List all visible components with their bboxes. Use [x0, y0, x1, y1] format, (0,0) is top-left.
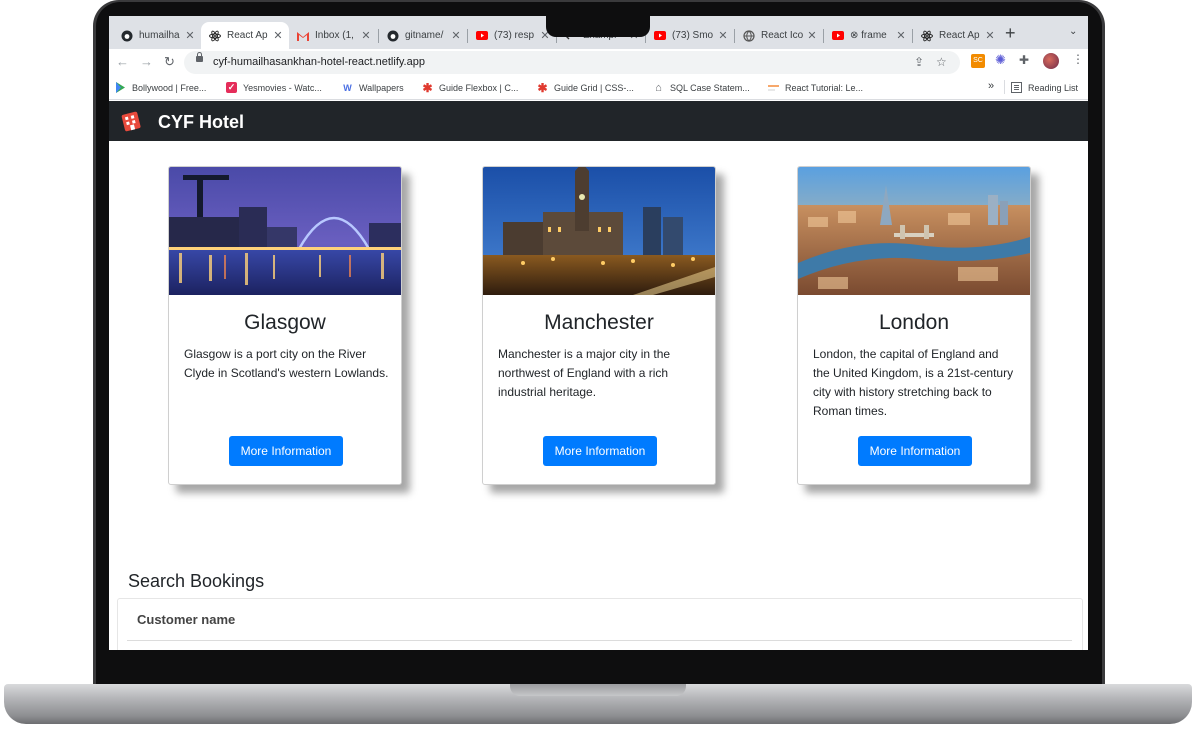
reading-list-icon — [1011, 82, 1022, 93]
card-title: London — [878, 311, 950, 334]
asterisk-icon: ✱ — [422, 80, 433, 95]
card-title: Glasgow — [244, 311, 326, 334]
close-tab-icon[interactable]: ✕ — [894, 29, 908, 42]
hotel-logo-icon — [120, 110, 142, 132]
brand-title[interactable]: CYF Hotel — [158, 112, 244, 133]
tab-search-chevron-icon[interactable]: ⌄ — [1069, 26, 1077, 37]
card-description: Glasgow is a port city on the River Clyd… — [184, 347, 389, 380]
gmail-icon — [297, 30, 309, 42]
city-card-london: London London, the capital of England an… — [797, 166, 1031, 485]
youtube-icon — [476, 30, 488, 42]
app-navbar: CYF Hotel — [109, 101, 1088, 141]
more-information-button[interactable]: More Information — [858, 436, 972, 466]
customer-name-label: Customer name — [137, 612, 236, 627]
profile-avatar[interactable] — [1043, 53, 1059, 69]
more-menu-icon[interactable]: ⋮ — [1072, 52, 1084, 66]
react-icon — [921, 30, 933, 42]
city-card-glasgow: Glasgow Glasgow is a port city on the Ri… — [168, 166, 402, 485]
tab-humailha[interactable]: humailha ✕ — [113, 22, 201, 49]
tab-gitname[interactable]: gitname/ ✕ — [379, 22, 467, 49]
browser-toolbar: ← → ↻ cyf-humailhasankhan-hotel-react.ne… — [109, 49, 1088, 76]
close-tab-icon[interactable]: ✕ — [449, 29, 463, 42]
react-tutorial-icon — [768, 82, 779, 93]
city-card-manchester: Manchester Manchester is a major city in… — [482, 166, 716, 485]
tab-gmail-inbox[interactable]: Inbox (1, ✕ — [289, 22, 377, 49]
london-photo — [798, 167, 1030, 295]
tab-react-icons[interactable]: React Ico ✕ — [735, 22, 823, 49]
bookmark-guide-flexbox[interactable]: ✱ Guide Flexbox | C... — [422, 80, 518, 95]
more-information-button[interactable]: More Information — [543, 436, 657, 466]
share-icon[interactable]: ⇪ — [914, 55, 924, 69]
asterisk-icon: ✱ — [537, 80, 548, 95]
glasgow-photo — [169, 167, 401, 295]
reading-list-button[interactable]: Reading List — [1011, 82, 1078, 93]
bookmark-react-tutorial[interactable]: React Tutorial: Le... — [768, 82, 863, 93]
customer-name-divider — [127, 640, 1072, 641]
tab-react-app-2[interactable]: React Ap ✕ — [913, 22, 1001, 49]
forward-arrow-icon[interactable]: → — [140, 54, 153, 69]
youtube-icon — [654, 30, 666, 42]
tab-youtube-smo[interactable]: (73) Smo ✕ — [646, 22, 734, 49]
card-description: Manchester is a major city in the northw… — [498, 347, 671, 399]
github-icon — [387, 30, 399, 42]
new-tab-button[interactable]: + — [1005, 23, 1016, 44]
bookmark-bollywood[interactable]: Bollywood | Free... — [115, 82, 206, 93]
bookmark-sql-case[interactable]: ⌂ SQL Case Statem... — [653, 81, 750, 94]
yesmovies-icon: ✓ — [226, 82, 237, 93]
react-icon — [209, 30, 221, 42]
puzzle-extensions-icon[interactable]: ✚ — [1019, 53, 1029, 67]
bookmarks-divider — [1004, 80, 1005, 94]
github-icon — [121, 30, 133, 42]
youtube-icon — [832, 30, 844, 42]
tab-youtube-resp[interactable]: (73) resp ✕ — [468, 22, 556, 49]
close-tab-icon[interactable]: ✕ — [805, 29, 819, 42]
url-text: cyf-humailhasankhan-hotel-react.netlify.… — [213, 56, 425, 68]
close-tab-icon[interactable]: ✕ — [983, 29, 997, 42]
bookmark-guide-grid[interactable]: ✱ Guide Grid | CSS-... — [537, 80, 633, 95]
search-bookings-heading: Search Bookings — [128, 571, 265, 591]
camera-notch — [546, 11, 650, 37]
tab-youtube-framer[interactable]: ⊗ frame ✕ — [824, 22, 912, 49]
back-arrow-icon[interactable]: ← — [116, 54, 129, 69]
more-information-button[interactable]: More Information — [229, 436, 343, 466]
bookmark-wallpapers[interactable]: W Wallpapers — [342, 82, 403, 93]
search-bookings-form — [117, 598, 1083, 650]
wallpapers-icon: W — [343, 82, 352, 93]
bookmark-yesmovies[interactable]: ✓ Yesmovies - Watc... — [226, 82, 322, 93]
play-icon — [115, 82, 126, 93]
close-tab-icon[interactable]: ✕ — [359, 29, 373, 42]
home-icon: ⌂ — [655, 81, 662, 94]
extension-gear-icon[interactable]: ✺ — [995, 52, 1006, 68]
laptop-opening-groove — [510, 684, 686, 696]
card-description: London, the capital of England and the U… — [813, 347, 1014, 418]
card-title: Manchester — [544, 311, 654, 334]
laptop-chin — [109, 650, 1088, 684]
reload-icon[interactable]: ↻ — [164, 54, 175, 70]
globe-icon — [743, 29, 755, 42]
close-tab-icon[interactable]: ✕ — [271, 29, 285, 42]
close-tab-icon[interactable]: ✕ — [716, 29, 730, 42]
address-bar[interactable]: cyf-humailhasankhan-hotel-react.netlify.… — [184, 51, 960, 74]
tab-react-app-active[interactable]: React Ap ✕ — [201, 22, 289, 49]
bookmarks-bar: Bollywood | Free... ✓ Yesmovies - Watc..… — [109, 76, 1088, 100]
bookmark-star-icon[interactable]: ☆ — [936, 55, 947, 69]
lock-icon — [196, 52, 203, 62]
bookmarks-overflow-button[interactable]: » — [988, 80, 994, 92]
sc-extension-icon[interactable]: SC — [971, 54, 985, 68]
close-tab-icon[interactable]: ✕ — [183, 29, 197, 42]
manchester-photo — [483, 167, 715, 295]
laptop-screen: humailha ✕ React Ap ✕ Inbox (1, ✕ gitnam… — [109, 16, 1088, 650]
